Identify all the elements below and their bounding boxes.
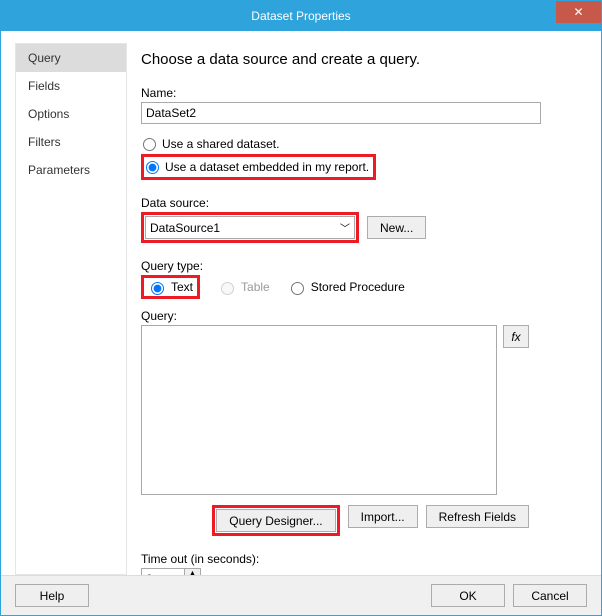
query-type-label: Query type: xyxy=(141,259,583,273)
page-heading: Choose a data source and create a query. xyxy=(141,51,583,68)
query-type-table: Table xyxy=(216,279,270,295)
query-designer-button[interactable]: Query Designer... xyxy=(216,509,335,532)
chevron-down-icon: ﹀ xyxy=(340,220,350,235)
cancel-button[interactable]: Cancel xyxy=(513,584,587,607)
query-textarea[interactable] xyxy=(141,325,497,495)
fx-icon: fx xyxy=(511,330,520,344)
radio-embedded-input[interactable] xyxy=(146,161,159,174)
main-panel: Choose a data source and create a query.… xyxy=(141,43,587,575)
sidebar-item-parameters[interactable]: Parameters xyxy=(16,156,126,184)
name-input[interactable] xyxy=(141,102,541,124)
data-source-label: Data source: xyxy=(141,196,583,210)
sidebar-item-options[interactable]: Options xyxy=(16,100,126,128)
sidebar-item-query[interactable]: Query xyxy=(16,44,126,72)
timeout-label: Time out (in seconds): xyxy=(141,552,583,566)
radio-shared-dataset[interactable]: Use a shared dataset. xyxy=(141,136,583,152)
close-icon: ✕ xyxy=(573,5,583,19)
radio-shared-input[interactable] xyxy=(143,138,156,151)
close-button[interactable]: ✕ xyxy=(556,1,601,23)
query-type-table-input xyxy=(221,282,234,295)
sidebar-item-fields[interactable]: Fields xyxy=(16,72,126,100)
dataset-properties-dialog: Dataset Properties ✕ Query Fields Option… xyxy=(0,0,602,616)
data-source-select[interactable]: DataSource1 ﹀ xyxy=(145,216,355,239)
radio-embedded-dataset[interactable]: Use a dataset embedded in my report. xyxy=(144,159,373,175)
query-type-text[interactable]: Text xyxy=(146,279,193,295)
sidebar: Query Fields Options Filters Parameters xyxy=(15,43,127,575)
refresh-fields-button[interactable]: Refresh Fields xyxy=(426,505,529,528)
new-data-source-button[interactable]: New... xyxy=(367,216,426,239)
name-label: Name: xyxy=(141,86,583,100)
import-button[interactable]: Import... xyxy=(348,505,418,528)
query-type-stored-procedure[interactable]: Stored Procedure xyxy=(286,279,405,295)
help-button[interactable]: Help xyxy=(15,584,89,607)
titlebar: Dataset Properties ✕ xyxy=(1,1,601,31)
query-type-text-input[interactable] xyxy=(151,282,164,295)
data-source-value: DataSource1 xyxy=(150,221,220,235)
query-label: Query: xyxy=(141,309,583,323)
dialog-footer: Help OK Cancel xyxy=(1,575,601,615)
ok-button[interactable]: OK xyxy=(431,584,505,607)
window-title: Dataset Properties xyxy=(251,9,350,23)
query-type-sp-input[interactable] xyxy=(291,282,304,295)
expression-button[interactable]: fx xyxy=(503,325,529,348)
radio-embedded-label: Use a dataset embedded in my report. xyxy=(165,160,369,174)
radio-shared-label: Use a shared dataset. xyxy=(162,137,279,151)
sidebar-item-filters[interactable]: Filters xyxy=(16,128,126,156)
